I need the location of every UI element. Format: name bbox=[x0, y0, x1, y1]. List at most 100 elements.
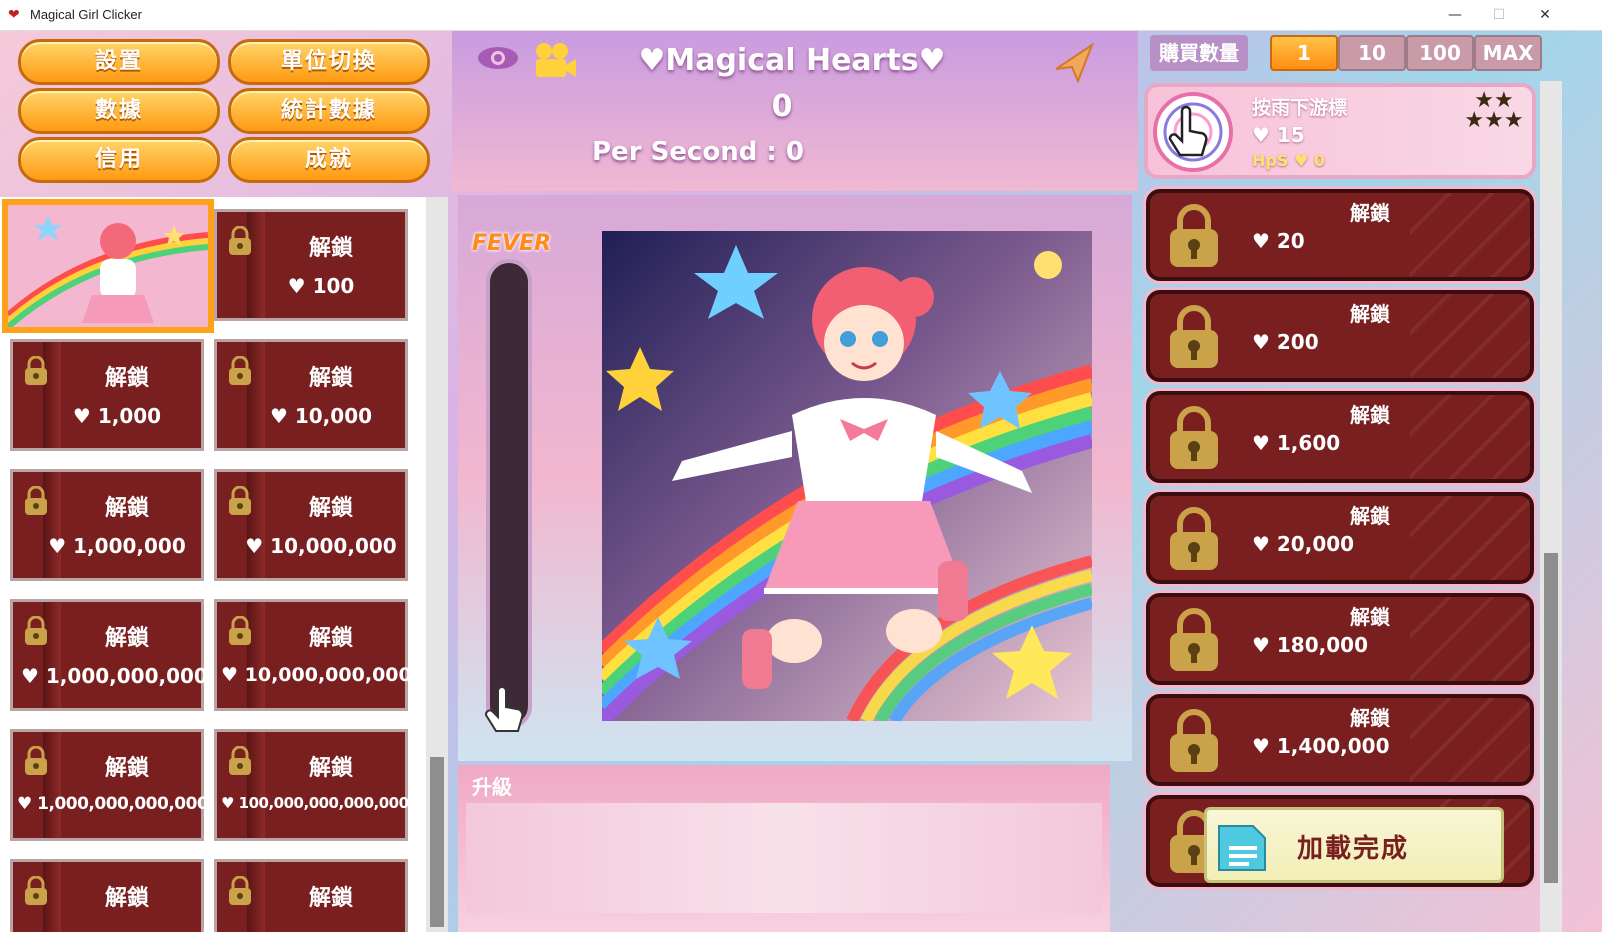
statistics-button[interactable]: 統計數據 bbox=[228, 88, 430, 134]
per-second-rate: Per Second : 0 bbox=[592, 137, 804, 167]
unlock-price: ♥ 1,000,000,000 bbox=[21, 664, 208, 688]
scrollbar-thumb[interactable] bbox=[430, 757, 444, 927]
data-button[interactable]: 數據 bbox=[18, 88, 220, 134]
eye-icon[interactable] bbox=[476, 45, 520, 71]
unlock-price: ♥ 180,000 bbox=[1252, 633, 1368, 657]
building-card-locked[interactable]: 解鎖 ♥ 1,600 bbox=[1146, 391, 1534, 483]
unlock-price: ♥ 200 bbox=[1252, 330, 1319, 354]
character-card-locked[interactable]: 解鎖 ♥ 1,000,000,000 bbox=[10, 599, 208, 711]
achievements-button[interactable]: 成就 bbox=[228, 137, 430, 183]
fever-label: FEVER bbox=[472, 231, 552, 256]
quantity-100-button[interactable]: 100 bbox=[1406, 35, 1474, 71]
window-titlebar: ❤ Magical Girl Clicker — ☐ ✕ bbox=[0, 0, 1602, 31]
minimize-button[interactable]: — bbox=[1444, 4, 1466, 26]
padlock-icon bbox=[1170, 608, 1218, 671]
character-card-locked[interactable]: 解鎖 ♥ 10,000,000,000 bbox=[214, 599, 412, 711]
card-sheen bbox=[1410, 496, 1530, 580]
unlock-label: 解鎖 bbox=[308, 496, 353, 521]
unlock-label: 解鎖 bbox=[104, 886, 149, 911]
magic-cursor-icon bbox=[1153, 92, 1233, 172]
maximize-button[interactable]: ☐ bbox=[1488, 4, 1510, 26]
padlock-icon bbox=[1170, 406, 1218, 469]
upgrade-panel: 升級 bbox=[458, 765, 1110, 932]
unlock-price: ♥ 100,000,000,000,000 bbox=[221, 794, 409, 812]
unlock-price: ♥ 1,000,000 bbox=[48, 534, 186, 558]
character-card-locked[interactable]: 解鎖 ♥ 100 bbox=[214, 209, 408, 321]
building-card-locked[interactable]: 解鎖 ♥ 20 bbox=[1146, 189, 1534, 281]
unlock-label: 解鎖 bbox=[1350, 504, 1390, 528]
left-scrollbar[interactable] bbox=[426, 197, 448, 932]
magical-girl-artwork[interactable] bbox=[602, 231, 1092, 721]
video-camera-icon[interactable] bbox=[532, 41, 578, 81]
window-title: Magical Girl Clicker bbox=[30, 7, 142, 22]
unlock-price: ♥ 1,400,000 bbox=[1252, 734, 1390, 758]
credits-button[interactable]: 信用 bbox=[18, 137, 220, 183]
character-card-locked[interactable]: 解鎖 ♥ 1,000,000,000,000 bbox=[10, 729, 209, 841]
character-card-locked[interactable]: 解鎖 bbox=[10, 859, 204, 932]
unlock-price: ♥ 20 bbox=[1252, 229, 1305, 253]
character-card-selected[interactable] bbox=[2, 199, 214, 333]
building-card-locked[interactable]: 解鎖 ♥ 1,400,000 bbox=[1146, 694, 1534, 786]
character-card-locked[interactable]: 解鎖 ♥ 1,000 bbox=[10, 339, 204, 451]
unlock-price: ♥ 10,000 bbox=[269, 404, 373, 428]
cursor-item-cost: ♥ 15 bbox=[1252, 123, 1305, 147]
toast-message: 加載完成 bbox=[1297, 834, 1410, 864]
unlock-label: 解鎖 bbox=[1350, 605, 1390, 629]
upgrade-title: 升級 bbox=[472, 775, 512, 799]
cursor-item-hps: HpS ♥ 0 bbox=[1252, 151, 1325, 170]
unit-switch-button[interactable]: 單位切換 bbox=[228, 39, 430, 85]
game-canvas: 設置 單位切換 數據 統計數據 信用 成就 解鎖 ♥ 100 解鎖 ♥ 1,00… bbox=[0, 31, 1602, 932]
character-card-locked[interactable]: 解鎖 ♥ 10,000,000 bbox=[214, 469, 408, 581]
star-rating-icon: ★★ ★★★ bbox=[1464, 88, 1524, 133]
unlock-price: ♥ 10,000,000 bbox=[245, 534, 397, 558]
character-card-locked[interactable]: 解鎖 bbox=[214, 859, 408, 932]
close-button[interactable]: ✕ bbox=[1534, 4, 1556, 26]
padlock-icon bbox=[1170, 204, 1218, 267]
unlock-label: 解鎖 bbox=[1350, 403, 1390, 427]
click-area[interactable]: FEVER bbox=[458, 195, 1132, 761]
quantity-1-button[interactable]: 1 bbox=[1270, 35, 1338, 71]
character-thumbnail bbox=[6, 205, 209, 330]
unlock-price: ♥ 20,000 bbox=[1252, 532, 1355, 556]
game-title: ♥Magical Hearts♥ bbox=[638, 43, 946, 78]
unlock-label: 解鎖 bbox=[308, 756, 353, 781]
cursor-upgrade-card[interactable]: 按雨下游標 ♥ 15 HpS ♥ 0 ★★ ★★★ bbox=[1144, 83, 1536, 179]
fever-gauge bbox=[486, 259, 532, 729]
quantity-max-button[interactable]: MAX bbox=[1474, 35, 1542, 71]
building-card-locked[interactable]: 解鎖 ♥ 20,000 bbox=[1146, 492, 1534, 584]
padlock-icon bbox=[1170, 305, 1218, 368]
hearts-count: 0 bbox=[771, 89, 793, 124]
unlock-price: ♥ 1,600 bbox=[1252, 431, 1341, 455]
heart-app-icon: ❤ bbox=[8, 7, 20, 23]
unlock-price: ♥ 1,000 bbox=[72, 404, 162, 428]
building-card-locked[interactable]: 解鎖 ♥ 180,000 bbox=[1146, 593, 1534, 685]
left-panel: 設置 單位切換 數據 統計數據 信用 成就 解鎖 ♥ 100 解鎖 ♥ 1,00… bbox=[0, 31, 448, 932]
unlock-label: 解鎖 bbox=[308, 236, 353, 261]
quantity-10-button[interactable]: 10 bbox=[1338, 35, 1406, 71]
right-scrollbar[interactable] bbox=[1540, 81, 1562, 932]
building-card-locked[interactable]: 解鎖 ♥ 200 bbox=[1146, 290, 1534, 382]
unlock-label: 解鎖 bbox=[104, 756, 149, 781]
card-sheen bbox=[1410, 597, 1530, 681]
unlock-price: ♥ 100 bbox=[287, 274, 355, 298]
unlock-price: ♥ 10,000,000,000 bbox=[221, 664, 412, 686]
center-panel: ♥Magical Hearts♥ 0 Per Second : 0 FEVER bbox=[452, 31, 1138, 932]
settings-button[interactable]: 設置 bbox=[18, 39, 220, 85]
padlock-icon bbox=[1170, 507, 1218, 570]
hearts-header: ♥Magical Hearts♥ 0 Per Second : 0 bbox=[452, 31, 1138, 191]
unlock-label: 解鎖 bbox=[1350, 302, 1390, 326]
unlock-label: 解鎖 bbox=[104, 496, 149, 521]
unlock-price: ♥ 1,000,000,000,000 bbox=[17, 794, 209, 814]
card-sheen bbox=[1410, 395, 1530, 479]
character-card-locked[interactable]: 解鎖 ♥ 100,000,000,000,000 bbox=[214, 729, 409, 841]
paper-plane-icon[interactable] bbox=[1052, 41, 1096, 85]
card-sheen bbox=[1410, 698, 1530, 782]
unlock-label: 解鎖 bbox=[308, 886, 353, 911]
unlock-label: 解鎖 bbox=[308, 626, 353, 651]
character-unlock-grid: 解鎖 ♥ 100 解鎖 ♥ 1,000 解鎖 ♥ 10,000 解鎖 ♥ 1,0… bbox=[0, 197, 426, 932]
scrollbar-thumb[interactable] bbox=[1544, 553, 1558, 883]
card-sheen bbox=[1410, 193, 1530, 277]
load-complete-toast: 加載完成 bbox=[1204, 807, 1504, 883]
character-card-locked[interactable]: 解鎖 ♥ 1,000,000 bbox=[10, 469, 204, 581]
character-card-locked[interactable]: 解鎖 ♥ 10,000 bbox=[214, 339, 408, 451]
